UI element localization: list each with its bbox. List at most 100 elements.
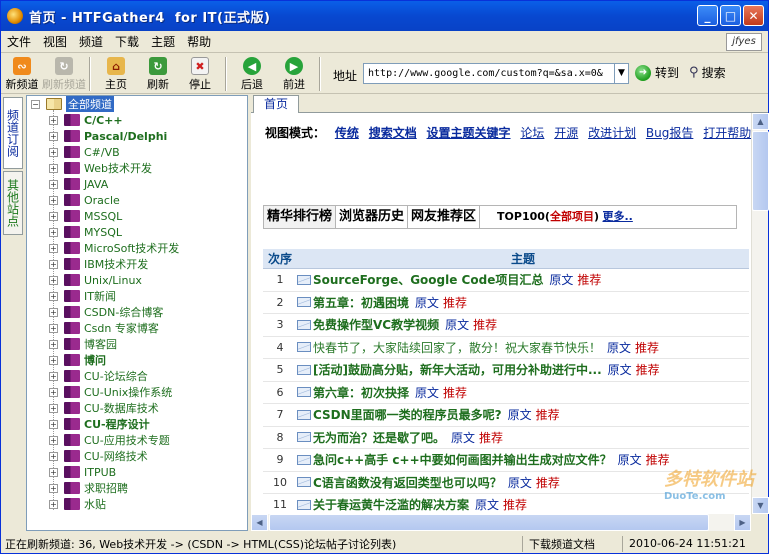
- expand-icon[interactable]: +: [49, 307, 58, 317]
- expand-icon[interactable]: +: [49, 211, 58, 221]
- expand-icon[interactable]: +: [49, 275, 58, 285]
- expand-icon[interactable]: +: [49, 387, 58, 397]
- topic-link[interactable]: 第六章：初次抉择: [313, 384, 409, 401]
- expand-icon[interactable]: +: [49, 115, 58, 125]
- close-button[interactable]: ✕: [743, 5, 764, 26]
- tree-item[interactable]: + MSSQL: [49, 208, 122, 224]
- recommend-link[interactable]: 推荐: [536, 474, 560, 491]
- view-traditional-link[interactable]: 传统: [335, 126, 359, 140]
- tree-item[interactable]: + CU-论坛综合: [49, 368, 148, 384]
- topic-link[interactable]: SourceForge、Google Code项目汇总: [313, 271, 543, 288]
- set-keywords-link[interactable]: 设置主题关键字: [427, 126, 511, 140]
- recommend-link[interactable]: 推荐: [443, 294, 467, 311]
- expand-icon[interactable]: +: [49, 131, 58, 141]
- topic-link[interactable]: 快春节了，大家陆续回家了，散分！祝大家春节快乐！: [313, 339, 601, 356]
- scroll-right-button[interactable]: ▶: [734, 514, 751, 531]
- search-button[interactable]: ⚲ 搜索: [689, 64, 726, 81]
- tab-channel-subscribe[interactable]: 频道订阅: [3, 97, 23, 169]
- tree-item[interactable]: + Pascal/Delphi: [49, 128, 167, 144]
- menu-channel[interactable]: 频道: [73, 32, 109, 52]
- expand-icon[interactable]: +: [49, 227, 58, 237]
- title-bar[interactable]: 首页 - HTFGather4 for IT(正式版) _ □ ✕: [1, 1, 768, 31]
- topic-link[interactable]: 第五章：初遇困境: [313, 294, 409, 311]
- forum-link[interactable]: 论坛: [520, 126, 544, 140]
- original-link[interactable]: 原文: [475, 496, 499, 513]
- tree-item[interactable]: + C/C++: [49, 112, 123, 128]
- tree-item[interactable]: + CU-Unix操作系统: [49, 384, 172, 400]
- expand-icon[interactable]: +: [49, 403, 58, 413]
- menu-theme[interactable]: 主题: [145, 32, 181, 52]
- expand-icon[interactable]: +: [49, 435, 58, 445]
- scroll-left-button[interactable]: ◀: [251, 514, 268, 531]
- expand-icon[interactable]: +: [49, 163, 58, 173]
- horizontal-scrollbar[interactable]: ◀ ▶: [251, 514, 751, 531]
- tree-root[interactable]: − 全部频道: [31, 96, 114, 112]
- minimize-button[interactable]: _: [697, 5, 718, 26]
- maximize-button[interactable]: □: [720, 5, 741, 26]
- tree-item[interactable]: + CSDN-综合博客: [49, 304, 163, 320]
- recommend-link[interactable]: 推荐: [635, 339, 659, 356]
- topic-link[interactable]: [活动]鼓励高分贴，新年大活动，可用分补助进行中...: [313, 361, 602, 378]
- original-link[interactable]: 原文: [549, 271, 573, 288]
- original-link[interactable]: 原文: [415, 384, 439, 401]
- stop-button[interactable]: ✖ 停止: [179, 54, 221, 92]
- expand-icon[interactable]: +: [49, 195, 58, 205]
- tree-item[interactable]: + IT新闻: [49, 288, 116, 304]
- original-link[interactable]: 原文: [451, 429, 475, 446]
- recommend-link[interactable]: 推荐: [479, 429, 503, 446]
- tree-item[interactable]: + Web技术开发: [49, 160, 152, 176]
- back-button[interactable]: ◀ 后退: [231, 54, 273, 92]
- tree-item[interactable]: + MicroSoft技术开发: [49, 240, 179, 256]
- tree-item[interactable]: + CU-网络技术: [49, 448, 148, 464]
- collapse-icon[interactable]: −: [31, 99, 40, 109]
- topic-link[interactable]: 急问c++高手 c++中要如何画图并输出生成对应文件？: [313, 451, 612, 468]
- expand-icon[interactable]: +: [49, 339, 58, 349]
- tree-item[interactable]: + CU-数据库技术: [49, 400, 159, 416]
- expand-icon[interactable]: +: [49, 467, 58, 477]
- tree-item[interactable]: + 水贴: [49, 496, 106, 512]
- recommend-link[interactable]: 推荐: [473, 316, 497, 333]
- original-link[interactable]: 原文: [607, 339, 631, 356]
- expand-icon[interactable]: +: [49, 451, 58, 461]
- scroll-up-button[interactable]: ▲: [752, 113, 769, 130]
- expand-icon[interactable]: +: [49, 355, 58, 365]
- expand-icon[interactable]: +: [49, 483, 58, 493]
- menu-help[interactable]: 帮助: [181, 32, 217, 52]
- expand-icon[interactable]: +: [49, 371, 58, 381]
- home-button[interactable]: ⌂ 主页: [95, 54, 137, 92]
- recommend-link[interactable]: 推荐: [503, 496, 527, 513]
- topic-link[interactable]: 关于春运黄牛泛滥的解决方案: [313, 496, 469, 513]
- app-icon[interactable]: [7, 8, 23, 24]
- tree-item[interactable]: + 博客园: [49, 336, 117, 352]
- tree-item[interactable]: + JAVA: [49, 176, 108, 192]
- address-dropdown[interactable]: ▼: [615, 63, 630, 84]
- tree-item[interactable]: + CU-程序设计: [49, 416, 150, 432]
- tree-item[interactable]: + 求职招聘: [49, 480, 128, 496]
- menu-view[interactable]: 视图: [37, 32, 73, 52]
- recommend-link[interactable]: 推荐: [536, 406, 560, 423]
- topic-link[interactable]: 免费操作型VC教学视频: [313, 316, 439, 333]
- expand-icon[interactable]: +: [49, 147, 58, 157]
- refresh-channel-button[interactable]: ↻ 刷新频道: [42, 54, 86, 92]
- tab-browser-history[interactable]: 浏览器历史: [336, 206, 409, 228]
- expand-icon[interactable]: +: [49, 323, 58, 333]
- tree-item[interactable]: + ITPUB: [49, 464, 116, 480]
- menu-file[interactable]: 文件: [1, 32, 37, 52]
- original-link[interactable]: 原文: [618, 451, 642, 468]
- address-input[interactable]: http://www.google.com/custom?q=&sa.x=0&: [363, 63, 616, 84]
- menu-download[interactable]: 下载: [109, 32, 145, 52]
- vertical-scrollbar[interactable]: ▲ ▼: [751, 113, 769, 514]
- open-help-link[interactable]: 打开帮助: [703, 126, 751, 140]
- original-link[interactable]: 原文: [508, 406, 532, 423]
- tab-home[interactable]: 首页: [253, 95, 299, 113]
- goto-button[interactable]: ➜ 转到: [635, 64, 679, 81]
- recommend-link[interactable]: 推荐: [636, 361, 660, 378]
- tab-best-ranking[interactable]: 精华排行榜: [264, 206, 337, 228]
- topic-link[interactable]: 无为而治？还是歇了吧。: [313, 429, 445, 446]
- original-link[interactable]: 原文: [608, 361, 632, 378]
- original-link[interactable]: 原文: [415, 294, 439, 311]
- refresh-button[interactable]: ↻ 刷新: [137, 54, 179, 92]
- expand-icon[interactable]: +: [49, 499, 58, 509]
- horizontal-scroll-thumb[interactable]: [269, 514, 709, 531]
- tree-item[interactable]: + CU-应用技术专题: [49, 432, 170, 448]
